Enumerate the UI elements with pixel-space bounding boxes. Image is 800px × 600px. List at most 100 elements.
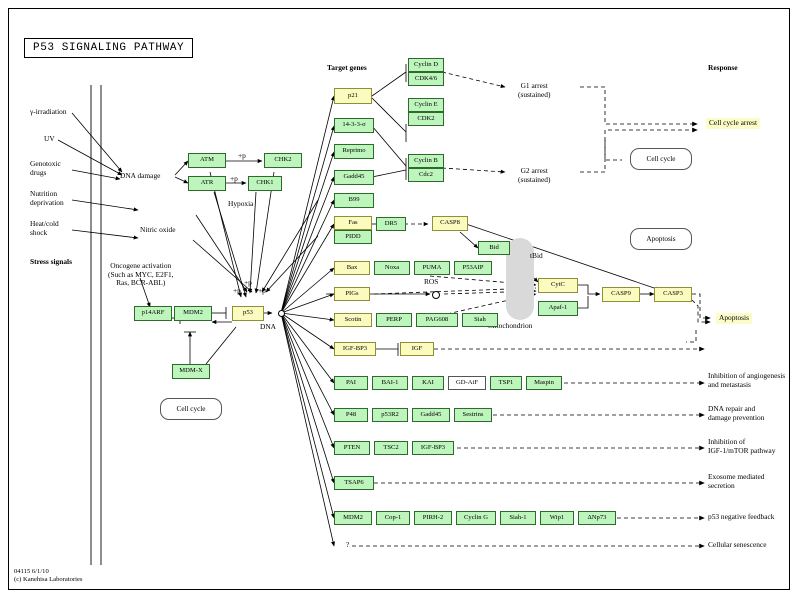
node-mdm2-feedback[interactable]: MDM2 [334, 511, 372, 525]
stress-gamma-irradiation: γ-irradiation [30, 107, 67, 116]
node-perp[interactable]: PERP [376, 313, 412, 327]
stress-genotoxic-drugs: Genotoxic drugs [30, 159, 61, 177]
response-inhibition-igf-mtor: Inhibition of IGF-1/mTOR pathway [708, 437, 776, 455]
node-casp8[interactable]: CASP8 [432, 216, 468, 231]
node-cop-1[interactable]: Cop-1 [376, 511, 410, 525]
membrane-line-outer [90, 85, 92, 565]
node-cyclin-e[interactable]: Cyclin E [408, 98, 444, 112]
membrane-line-inner [100, 85, 102, 565]
phospho-label-atr-chk1: +p [230, 174, 238, 183]
stress-heat-cold-shock: Heat/cold shock [30, 219, 59, 237]
node-p53r2[interactable]: p53R2 [372, 408, 408, 422]
node-p53[interactable]: p53 [232, 306, 264, 321]
node-pidd[interactable]: PIDD [334, 230, 372, 244]
node-pigs[interactable]: PIGs [334, 287, 370, 301]
stress-uv: UV [44, 134, 55, 143]
node-pai[interactable]: PAI [334, 376, 368, 390]
node-wip1[interactable]: Wip1 [540, 511, 574, 525]
node-scotin[interactable]: Scotin [334, 313, 372, 327]
node-tsp1[interactable]: TSP1 [490, 376, 522, 390]
footer-line-1: 04115 6/1/10 [14, 568, 49, 575]
response-p53-negative-feedback: p53 negative feedback [708, 512, 775, 521]
g2-arrest-label: G2 arrest (sustained) [518, 166, 551, 184]
node-cdc2[interactable]: Cdc2 [408, 168, 444, 182]
node-bid[interactable]: Bid [478, 241, 510, 255]
dna-damage-label: DNA damage [120, 171, 161, 180]
node-chk2[interactable]: CHK2 [264, 153, 302, 168]
node-siah[interactable]: Siah [462, 313, 498, 327]
node-cytc[interactable]: CytC [538, 278, 578, 293]
node-cdk4-6[interactable]: CDK4/6 [408, 72, 444, 86]
ros-node [432, 291, 440, 299]
footer: 04115 6/1/10 (c) Kanehisa Laboratories [14, 568, 82, 584]
node-gd-aif[interactable]: GD-AiF [448, 376, 486, 390]
node-cyclin-d[interactable]: Cyclin D [408, 58, 444, 72]
phospho-label-p53-b: +p [244, 278, 252, 287]
ros-label: ROS [424, 277, 439, 286]
node-b99[interactable]: B99 [334, 193, 374, 208]
node-noxa[interactable]: Noxa [374, 261, 410, 275]
response-dna-repair: DNA repair and damage prevention [708, 404, 765, 422]
node-p53aip[interactable]: P53AIP [454, 261, 492, 275]
maplink-cell-cycle-left[interactable]: Cell cycle [160, 398, 222, 420]
node-cyclin-g[interactable]: Cyclin G [456, 511, 496, 525]
node-delta-np73[interactable]: ΔNp73 [578, 511, 616, 525]
node-casp9[interactable]: CASP9 [602, 287, 640, 302]
hypoxia-label: Hypoxia [228, 199, 254, 208]
pathway-diagram: P53 SIGNALING PATHWAY γ-irradiation UV G… [0, 0, 800, 600]
node-gadd45-repair[interactable]: Gadd45 [412, 408, 450, 422]
node-igf[interactable]: IGF [400, 342, 434, 356]
response-header: Response [708, 63, 738, 72]
node-sestrins[interactable]: Sestrins [454, 408, 492, 422]
dna-label: DNA [260, 322, 277, 331]
node-chk1[interactable]: CHK1 [248, 176, 282, 191]
node-fas[interactable]: Fas [334, 216, 372, 230]
node-atm[interactable]: ATM [188, 153, 226, 168]
nitric-oxide-label: Nitric oxide [140, 225, 176, 234]
response-cellular-senescence: Cellular senescence [708, 540, 767, 549]
node-bax[interactable]: Bax [334, 261, 370, 275]
node-igf-bp3-top[interactable]: IGF-BP3 [334, 342, 376, 356]
phospho-label-p53-c: +p [258, 286, 266, 295]
node-kai[interactable]: KAI [412, 376, 444, 390]
node-pten[interactable]: PTEN [334, 441, 370, 455]
node-mdm2[interactable]: MDM2 [174, 306, 212, 321]
node-reprimo[interactable]: Reprimo [334, 144, 374, 159]
response-inhibition-angiogenesis: Inhibition of angiogenesis and metastasi… [708, 371, 786, 389]
node-bai-1[interactable]: BAI-1 [372, 376, 408, 390]
node-14-3-3-sigma[interactable]: 14-3-3-σ [334, 118, 374, 133]
maplink-apoptosis[interactable]: Apoptosis [630, 228, 692, 250]
unknown-target-label: ? [346, 540, 350, 549]
stress-nutrition-deprivation: Nutrition deprivation [30, 189, 64, 207]
node-mdm-x[interactable]: MDM-X [172, 364, 210, 379]
node-gadd45[interactable]: Gadd45 [334, 170, 374, 185]
response-cell-cycle-arrest: Cell cycle arrest [706, 118, 761, 129]
node-puma[interactable]: PUMA [414, 261, 450, 275]
node-cyclin-b[interactable]: Cyclin B [408, 154, 444, 168]
node-pag608[interactable]: PAG608 [416, 313, 458, 327]
node-tsap6[interactable]: TSAP6 [334, 476, 374, 490]
node-pirh-2[interactable]: PIRH-2 [414, 511, 452, 525]
maplink-cell-cycle-right[interactable]: Cell cycle [630, 148, 692, 170]
stress-signals-header: Stress signals [30, 257, 72, 266]
node-atr[interactable]: ATR [188, 176, 226, 191]
response-apoptosis: Apoptosis [716, 313, 752, 324]
node-maspin[interactable]: Maspin [526, 376, 562, 390]
node-tsc2[interactable]: TSC2 [374, 441, 408, 455]
node-p48[interactable]: P48 [334, 408, 368, 422]
tbid-label: tBid [530, 251, 543, 260]
response-exosome-secretion: Exosome mediated secretion [708, 472, 765, 490]
dna-hub-node [278, 310, 285, 317]
node-p14arf[interactable]: p14ARF [134, 306, 172, 321]
oncogene-activation-label: Oncogene activation (Such as MYC, E2F1, … [108, 261, 174, 288]
g1-arrest-label: G1 arrest (sustained) [518, 81, 551, 99]
node-dr5[interactable]: DR5 [376, 217, 406, 231]
node-cdk2[interactable]: CDK2 [408, 112, 444, 126]
node-apaf-1[interactable]: Apaf-1 [538, 301, 578, 316]
node-igf-bp3-mtor[interactable]: IGF-BP3 [412, 441, 454, 455]
page-title: P53 SIGNALING PATHWAY [24, 38, 194, 58]
node-siah-1[interactable]: Siah-1 [500, 511, 536, 525]
node-casp3[interactable]: CASP3 [654, 287, 692, 302]
phospho-label-p53-a: +p [233, 286, 241, 295]
node-p21[interactable]: p21 [334, 88, 372, 104]
